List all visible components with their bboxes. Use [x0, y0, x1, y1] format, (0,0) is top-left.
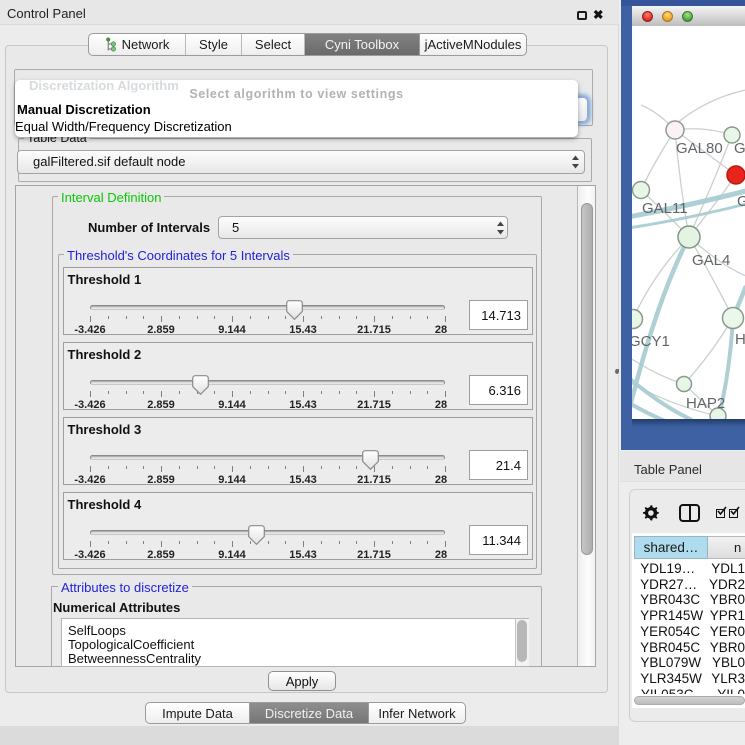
svg-text:HAP2: HAP2: [686, 395, 725, 412]
svg-text:GAL80: GAL80: [676, 140, 723, 157]
svg-text:G: G: [737, 193, 745, 210]
svg-text:GCY1: GCY1: [632, 333, 670, 350]
svg-text:H: H: [735, 331, 745, 348]
svg-text:GAL4: GAL4: [692, 252, 730, 269]
svg-text:GAL11: GAL11: [642, 200, 688, 217]
svg-text:G: G: [734, 140, 745, 157]
